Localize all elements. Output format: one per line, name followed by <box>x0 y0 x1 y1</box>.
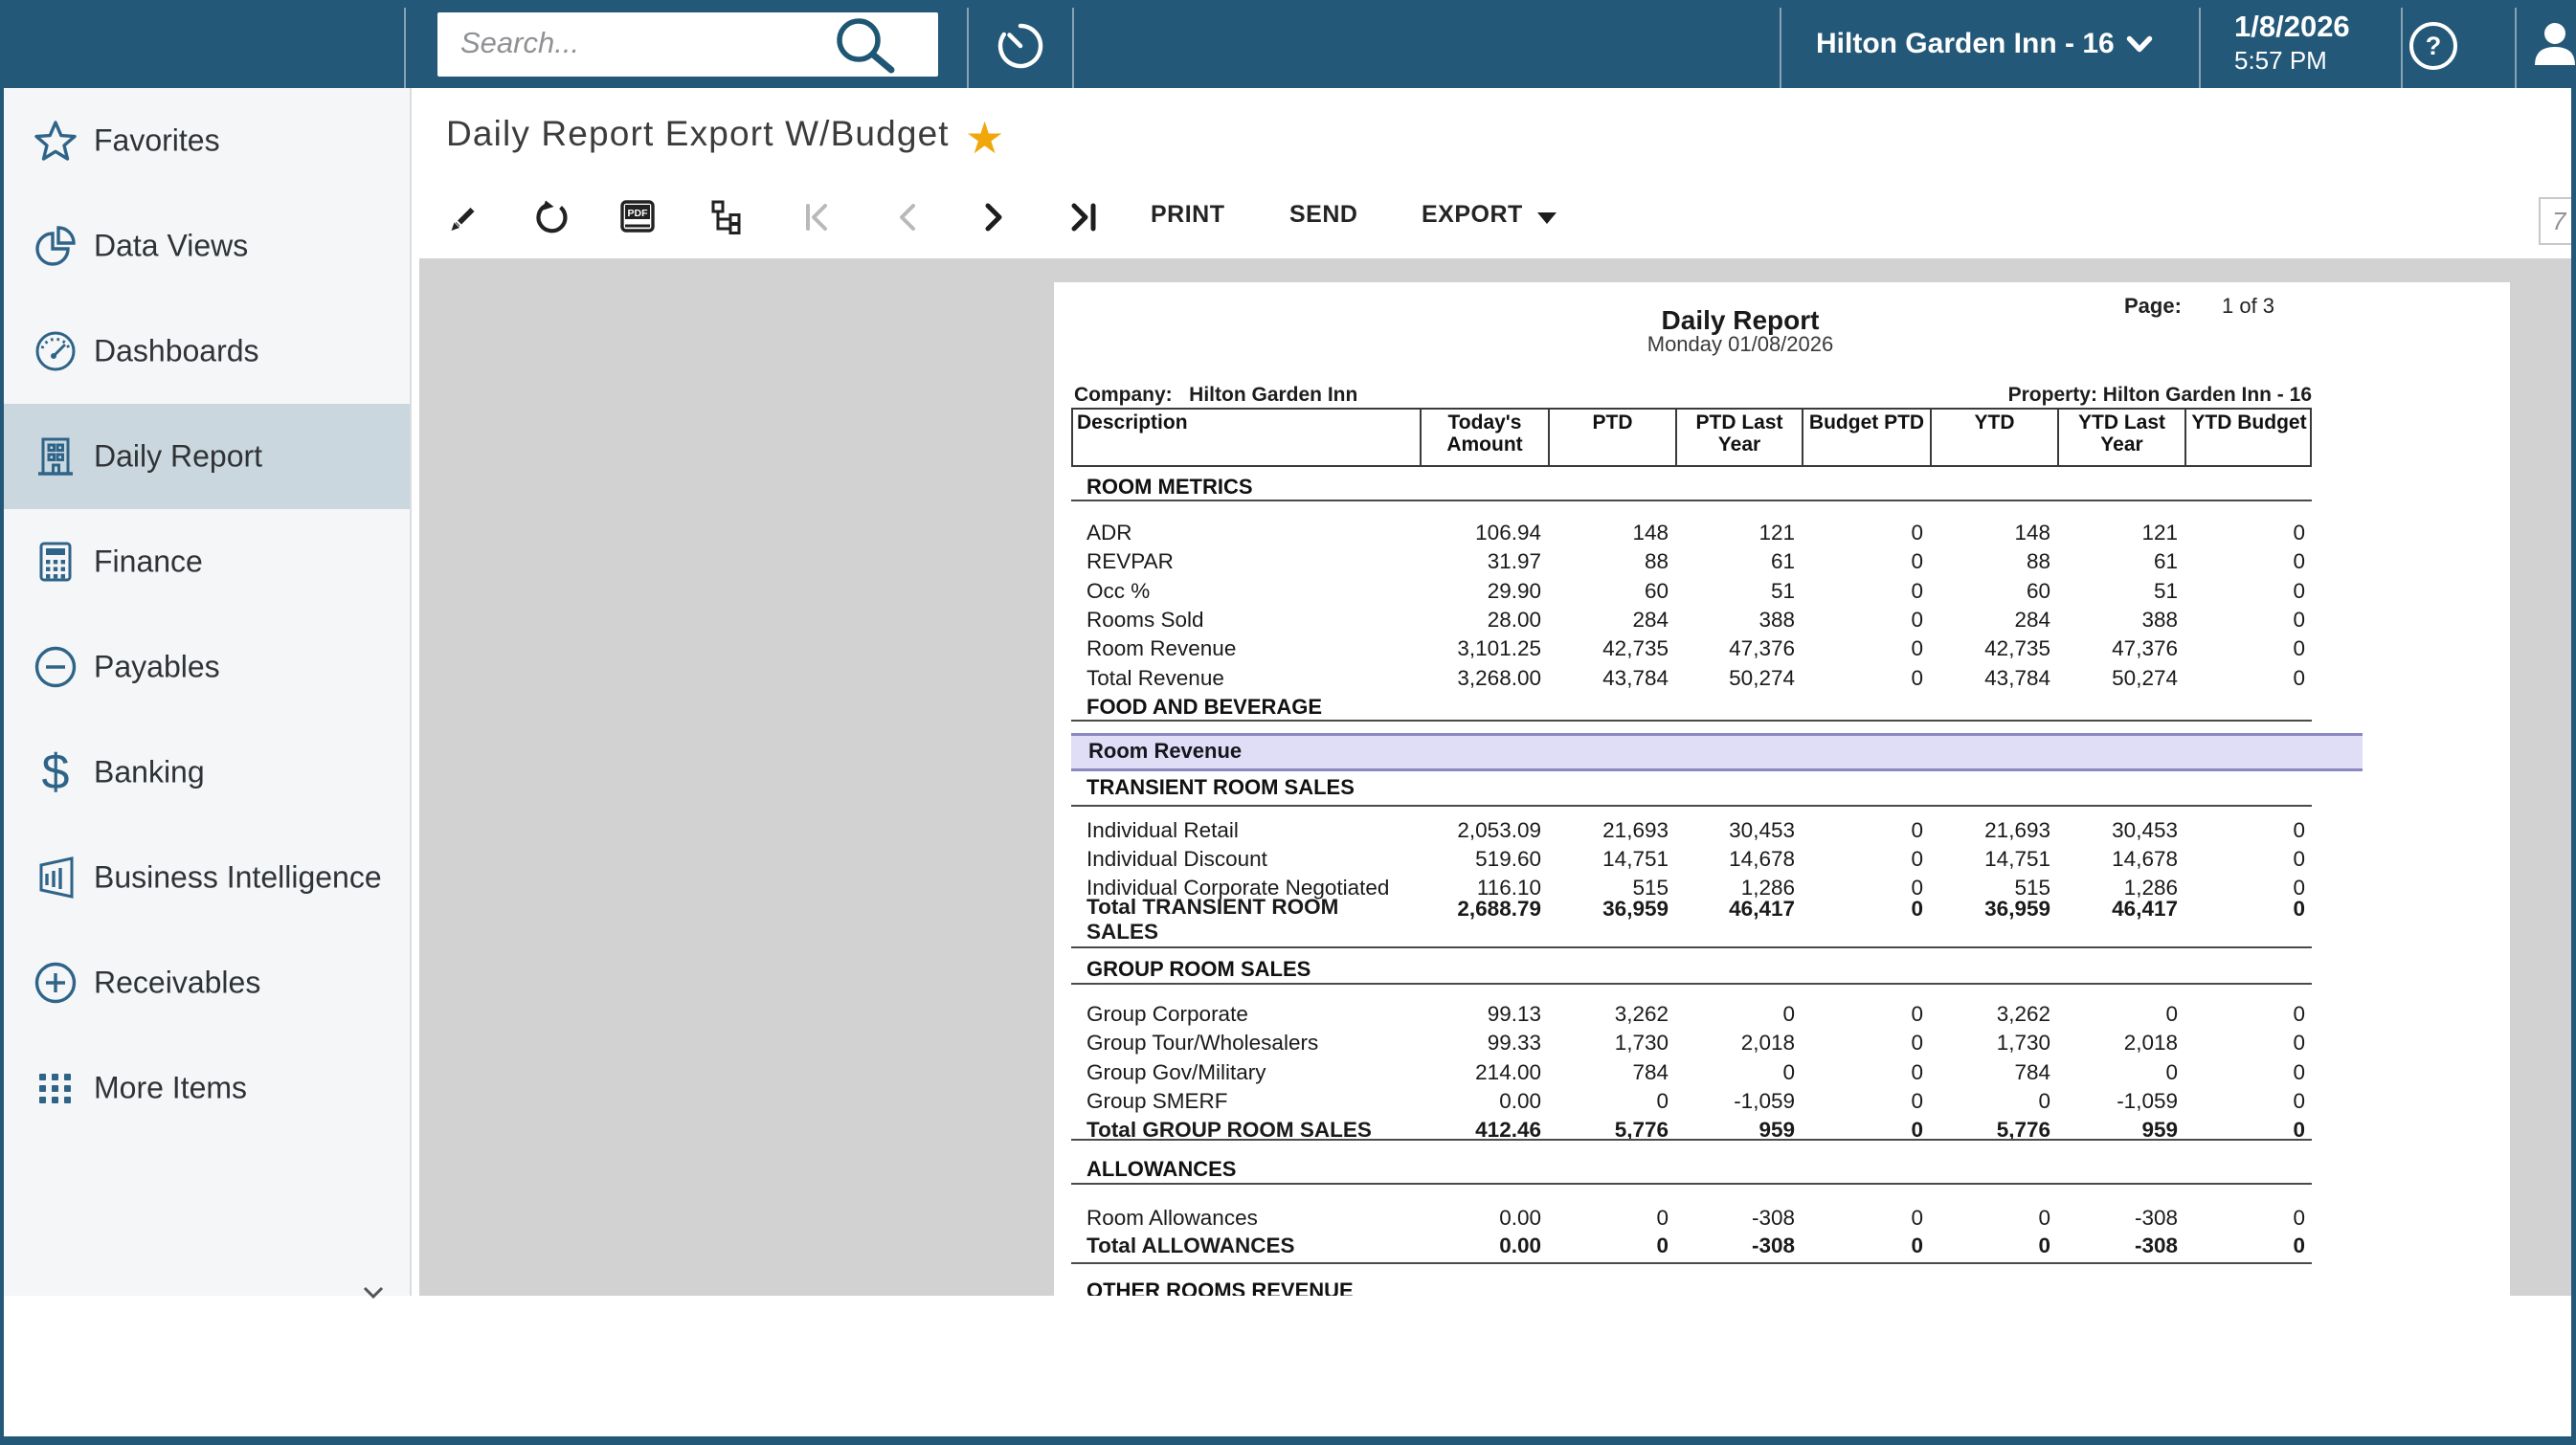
svg-text:PDF: PDF <box>628 208 649 219</box>
svg-text:?: ? <box>2426 32 2442 60</box>
